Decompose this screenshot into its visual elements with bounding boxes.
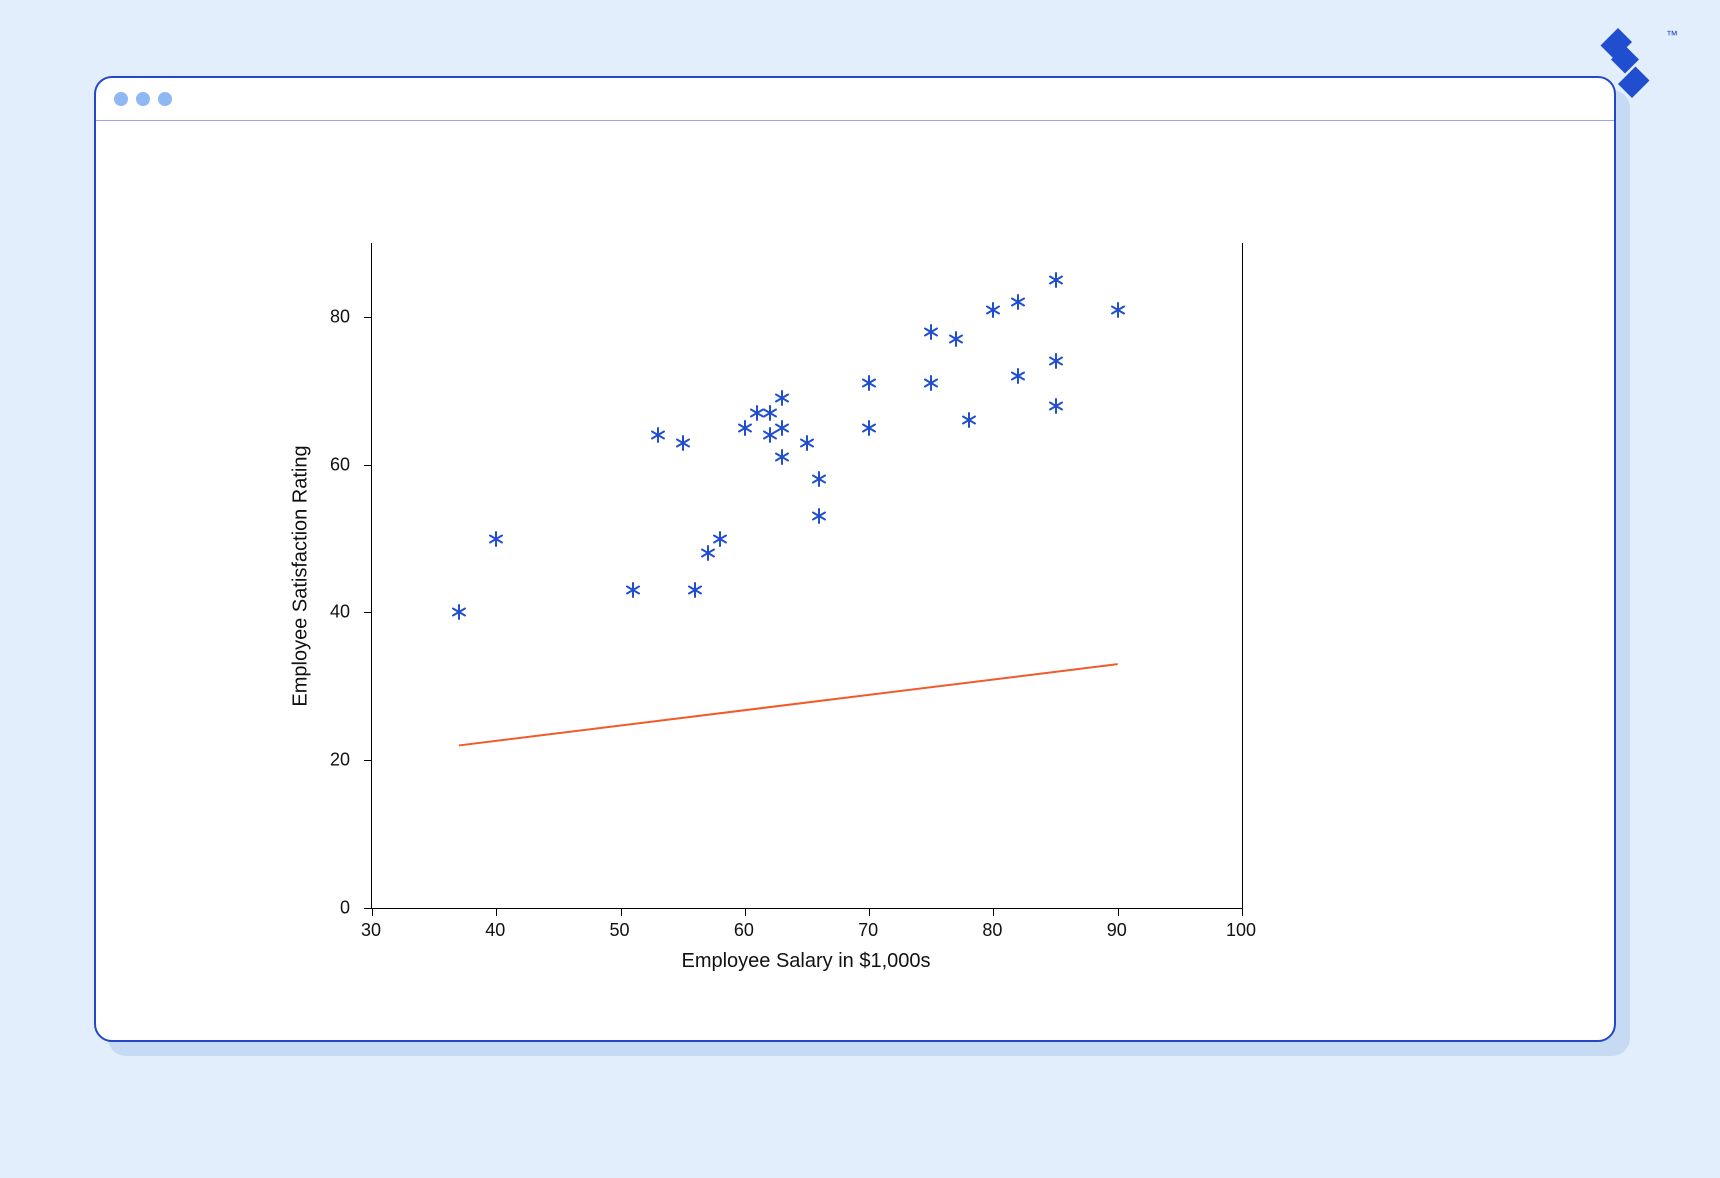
window-control-dot[interactable] (136, 92, 150, 106)
y-tick-mark (364, 612, 372, 613)
y-tick-mark (364, 908, 372, 909)
y-tick-label: 60 (310, 454, 350, 475)
x-tick-mark (1242, 908, 1243, 916)
y-tick-mark (364, 760, 372, 761)
y-tick-mark (364, 465, 372, 466)
x-tick-mark (745, 908, 746, 916)
x-tick-label: 50 (610, 920, 630, 941)
window-control-dot[interactable] (114, 92, 128, 106)
x-tick-label: 60 (734, 920, 754, 941)
y-tick-label: 20 (310, 750, 350, 771)
x-tick-label: 70 (858, 920, 878, 941)
x-tick-mark (869, 908, 870, 916)
trend-line (372, 243, 1242, 908)
x-tick-label: 100 (1226, 920, 1256, 941)
scatter-plot (371, 243, 1243, 909)
window-titlebar (96, 78, 1614, 121)
x-tick-mark (621, 908, 622, 916)
x-axis-label: Employee Salary in $1,000s (681, 950, 930, 973)
y-axis-label: Employee Satisfaction Rating (290, 445, 313, 706)
trademark: ™ (1666, 28, 1678, 42)
x-tick-mark (1118, 908, 1119, 916)
x-tick-label: 40 (485, 920, 505, 941)
window-control-dot[interactable] (158, 92, 172, 106)
x-tick-label: 30 (361, 920, 381, 941)
x-tick-mark (372, 908, 373, 916)
x-tick-label: 80 (982, 920, 1002, 941)
x-tick-mark (496, 908, 497, 916)
browser-window: Employee Satisfaction Rating Employee Sa… (94, 76, 1616, 1042)
y-tick-mark (364, 317, 372, 318)
y-tick-label: 80 (310, 306, 350, 327)
x-tick-label: 90 (1107, 920, 1127, 941)
y-tick-label: 0 (310, 898, 350, 919)
x-tick-mark (993, 908, 994, 916)
y-tick-label: 40 (310, 602, 350, 623)
